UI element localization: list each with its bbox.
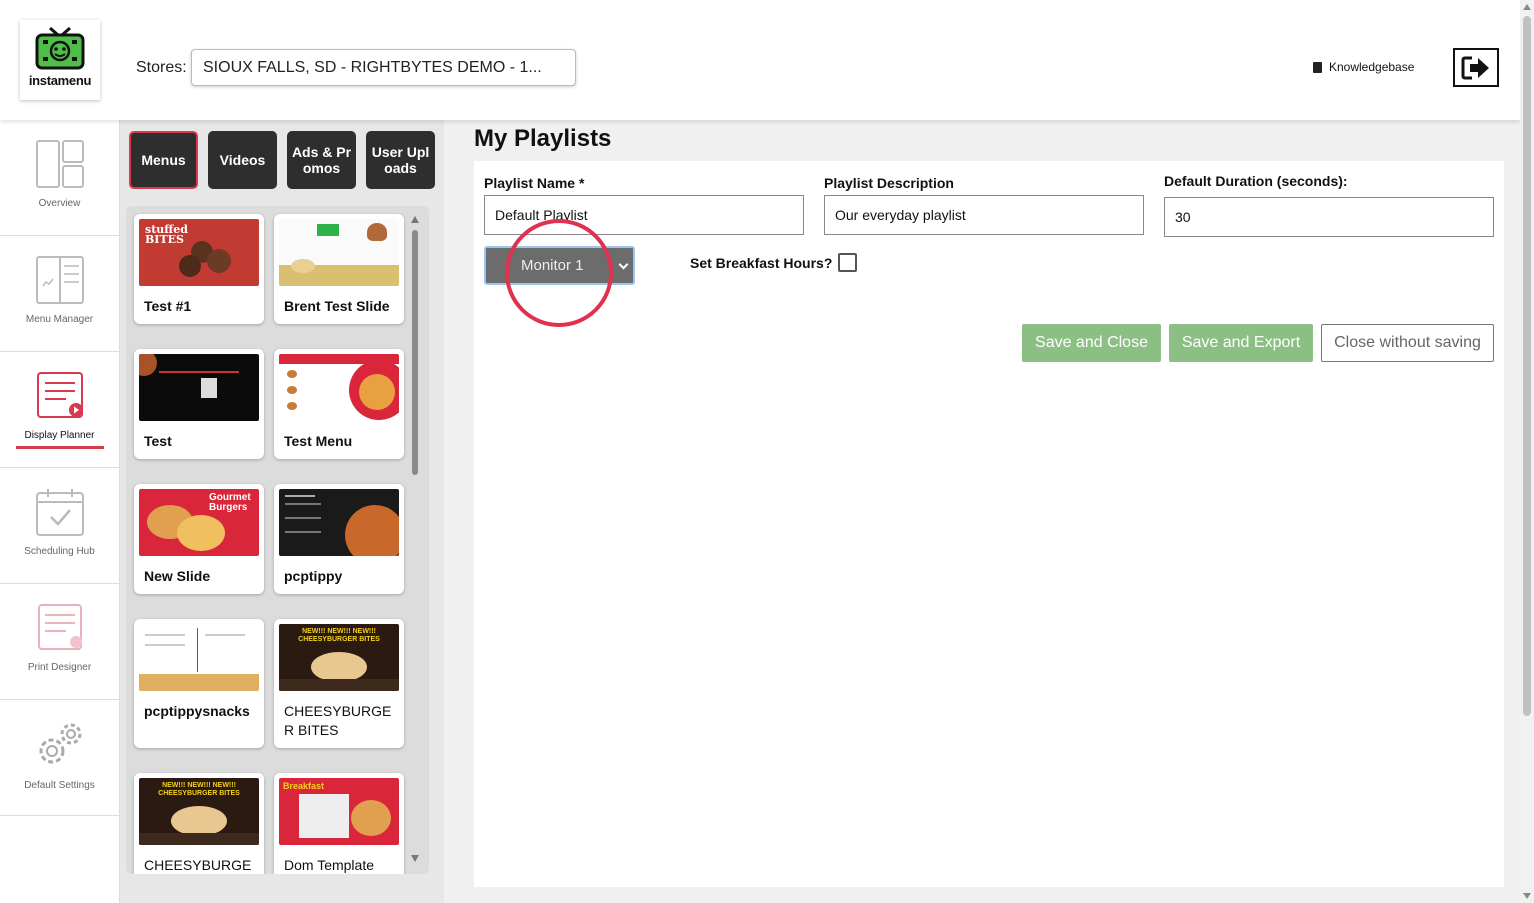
active-nav-indicator — [16, 446, 104, 449]
nav-label-overview: Overview — [38, 198, 81, 209]
menu-card[interactable]: Gourmet Burgers New Slide — [134, 484, 264, 594]
menu-card-title: CHEESYBURGER BITES — [284, 703, 392, 738]
nav-item-display-planner[interactable]: Display Planner — [0, 352, 119, 468]
knowledgebase-label: Knowledgebase — [1329, 60, 1415, 74]
layout-icon — [35, 140, 84, 188]
knowledgebase-link[interactable]: Knowledgebase — [1313, 60, 1414, 74]
gears-icon — [39, 723, 81, 764]
tv-logo-icon — [34, 26, 86, 72]
page-scrollbar[interactable] — [1520, 0, 1534, 903]
save-and-close-button[interactable]: Save and Close — [1022, 324, 1161, 362]
menu-board-icon — [35, 256, 84, 304]
menu-card[interactable]: pcptippysnacks — [134, 619, 264, 748]
menu-thumbnail — [279, 489, 399, 556]
menu-card[interactable]: Test Menu — [274, 349, 404, 459]
scroll-up-arrow-icon[interactable] — [411, 216, 419, 223]
menu-thumbnail — [139, 624, 259, 691]
save-and-export-button[interactable]: Save and Export — [1169, 324, 1313, 362]
nav-label-display-planner: Display Planner — [24, 430, 95, 441]
breakfast-hours-label: Set Breakfast Hours? — [690, 255, 833, 271]
logo-text: instamenu — [28, 73, 92, 88]
logout-button[interactable] — [1453, 48, 1499, 87]
page-title: My Playlists — [474, 125, 612, 152]
nav-item-scheduling-hub[interactable]: Scheduling Hub — [0, 468, 119, 584]
menu-card-title: CHEESYBURGE — [144, 857, 252, 873]
menu-thumbnail: NEW!!! NEW!!! NEW!!! CHEESYBURGER BITES — [139, 778, 259, 845]
store-select[interactable]: SIOUX FALLS, SD - RIGHTBYTES DEMO - 1... — [191, 49, 576, 86]
playlist-description-label: Playlist Description — [824, 175, 954, 191]
tab-menus[interactable]: Menus — [129, 131, 198, 189]
library-grid-container[interactable]: stuffed BITES Test #1 Brent Test Slide T… — [126, 206, 429, 874]
menu-card[interactable]: NEW!!! NEW!!! NEW!!! CHEESYBURGER BITES … — [134, 773, 264, 874]
nav-item-print-designer[interactable]: Print Designer — [0, 584, 119, 700]
default-duration-label: Default Duration (seconds): — [1164, 173, 1348, 189]
nav-label-scheduling-hub: Scheduling Hub — [24, 546, 95, 557]
content-library-panel: Menus Videos Ads & Promos User Uploads s… — [120, 120, 444, 903]
tab-user-uploads[interactable]: User Uploads — [366, 131, 435, 189]
menu-thumbnail: NEW!!! NEW!!! NEW!!! CHEESYBURGER BITES — [279, 624, 399, 691]
menu-card-title: Test #1 — [144, 298, 192, 314]
menu-card[interactable]: Test — [134, 349, 264, 459]
sign-out-icon — [1461, 56, 1489, 79]
nav-label-default-settings: Default Settings — [24, 780, 95, 791]
menu-card[interactable]: pcptippy — [274, 484, 404, 594]
menu-card-title: pcptippysnacks — [144, 703, 250, 719]
side-navigation: Overview Menu Manager Display Planner Sc… — [0, 120, 120, 903]
menu-card-grid: stuffed BITES Test #1 Brent Test Slide T… — [134, 214, 404, 874]
nav-item-overview[interactable]: Overview — [0, 120, 119, 236]
menu-card[interactable]: Brent Test Slide — [274, 214, 404, 324]
stores-label: Stores: — [136, 59, 187, 76]
playlist-name-input[interactable]: Default Playlist — [484, 195, 804, 235]
menu-card-title: Brent Test Slide — [284, 298, 390, 314]
book-icon — [1313, 61, 1322, 73]
calendar-check-icon — [35, 489, 84, 536]
playlist-name-label: Playlist Name * — [484, 175, 585, 191]
scroll-up-arrow-icon[interactable] — [1523, 4, 1531, 10]
scroll-down-arrow-icon[interactable] — [1523, 893, 1531, 899]
scrollbar-thumb[interactable] — [1523, 16, 1531, 716]
menu-card[interactable]: stuffed BITES Test #1 — [134, 214, 264, 324]
nav-item-default-settings[interactable]: Default Settings — [0, 700, 119, 816]
menu-card[interactable]: NEW!!! NEW!!! NEW!!! CHEESYBURGER BITES … — [274, 619, 404, 748]
playlist-description-input[interactable]: Our everyday playlist — [824, 195, 1144, 235]
nav-item-menu-manager[interactable]: Menu Manager — [0, 236, 119, 352]
playlist-editor: My Playlists Playlist Name * Default Pla… — [444, 120, 1520, 903]
menu-thumbnail: Gourmet Burgers — [139, 489, 259, 556]
monitor-select[interactable]: Monitor 1 — [484, 246, 635, 285]
monitor-select-value: Monitor 1 — [521, 257, 584, 274]
menu-card-title: New Slide — [144, 568, 211, 584]
menu-card-title: Test Menu — [284, 433, 353, 449]
print-document-icon — [37, 604, 82, 650]
tab-ads-promos[interactable]: Ads & Promos — [287, 131, 356, 189]
scroll-down-arrow-icon[interactable] — [411, 855, 419, 862]
menu-card-title: Dom Template — [284, 857, 375, 873]
breakfast-hours-checkbox[interactable] — [838, 253, 857, 272]
menu-thumbnail: Breakfast — [279, 778, 399, 845]
scrollbar-thumb[interactable] — [412, 230, 418, 475]
menu-thumbnail — [279, 219, 399, 286]
menu-card-title: pcptippy — [284, 568, 343, 584]
library-tabs: Menus Videos Ads & Promos User Uploads — [129, 131, 435, 189]
chevron-down-icon — [618, 259, 629, 270]
menu-card-title: Test — [144, 433, 172, 449]
nav-label-menu-manager: Menu Manager — [25, 314, 94, 325]
close-without-saving-button[interactable]: Close without saving — [1321, 324, 1494, 362]
menu-thumbnail — [139, 354, 259, 421]
menu-card[interactable]: Breakfast Dom Template — [274, 773, 404, 874]
menu-thumbnail: stuffed BITES — [139, 219, 259, 286]
menu-thumbnail — [279, 354, 399, 421]
instamenu-logo[interactable]: instamenu — [20, 20, 100, 100]
tab-videos[interactable]: Videos — [208, 131, 277, 189]
playlist-form: Playlist Name * Default Playlist Playlis… — [474, 161, 1504, 887]
playlist-icon — [36, 372, 83, 418]
top-header: instamenu Stores: SIOUX FALLS, SD - RIGH… — [0, 0, 1520, 120]
library-scrollbar[interactable] — [410, 216, 420, 862]
default-duration-input[interactable]: 30 — [1164, 197, 1494, 237]
nav-label-print-designer: Print Designer — [27, 662, 92, 673]
